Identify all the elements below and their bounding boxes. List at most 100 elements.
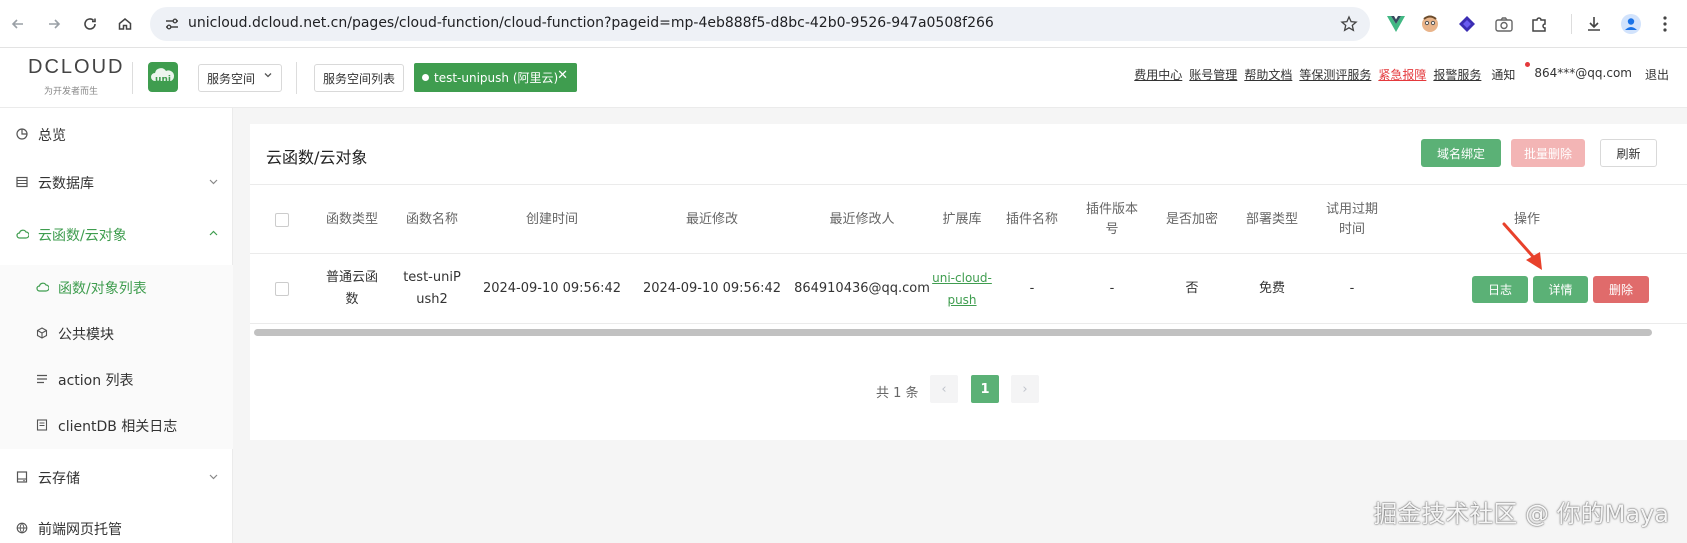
chevron-down-icon: [208, 471, 219, 485]
link-emergency[interactable]: 紧急报障: [1378, 66, 1426, 83]
link-billing[interactable]: 费用中心: [1134, 66, 1182, 83]
cell-trial: -: [1349, 281, 1355, 296]
col-trial-line2: 时间: [1338, 222, 1365, 237]
site-settings-icon[interactable]: [164, 16, 180, 36]
sidebar-item-label: 云存储: [38, 471, 80, 487]
bookmark-star-icon[interactable]: [1340, 15, 1358, 37]
ext-link-line1[interactable]: uni-cloud-: [932, 267, 992, 289]
sidebar-item-storage[interactable]: 云存储: [0, 453, 233, 503]
storage-icon: [16, 470, 28, 486]
refresh-button[interactable]: 刷新: [1600, 139, 1657, 167]
ext-link-line2[interactable]: push: [947, 289, 976, 311]
cell-ext: uni-cloud- push: [932, 254, 992, 324]
link-compliance[interactable]: 等保测评服务: [1299, 66, 1371, 83]
env-tag[interactable]: test-unipush (阿里云) ✕: [414, 63, 577, 92]
camera-icon[interactable]: [1492, 12, 1516, 36]
home-icon[interactable]: [113, 12, 137, 36]
sidebar-item-overview[interactable]: 总览: [0, 110, 233, 160]
sidebar-sub-label: 公共模块: [58, 327, 114, 343]
space-select[interactable]: 服务空间: [198, 64, 282, 92]
col-plugin-version-line1: 插件版本: [1085, 202, 1138, 217]
sidebar-item-database[interactable]: 云数据库: [0, 158, 233, 208]
back-icon[interactable]: [6, 12, 30, 36]
table-row: 普通云函 数 test-uniP ush2 2024-09-10 09:56:4…: [250, 254, 1687, 324]
sidebar-sub-clientdb-log[interactable]: clientDB 相关日志: [0, 403, 233, 449]
unicloud-logo-text: uni: [155, 75, 171, 85]
cell-created: 2024-09-10 09:56:42: [482, 281, 622, 296]
sidebar-item-cloud-function[interactable]: 云函数/云对象: [0, 210, 233, 260]
space-list-button[interactable]: 服务空间列表: [314, 64, 404, 92]
sidebar-sub-action-list[interactable]: action 列表: [0, 357, 233, 403]
log-button[interactable]: 日志: [1472, 276, 1528, 303]
sidebar-item-label: 前端网页托管: [38, 522, 122, 538]
browser-menu-icon[interactable]: [1653, 12, 1677, 36]
dashboard-icon: [16, 127, 28, 143]
cell-name: test-uniP ush2: [392, 254, 472, 324]
address-bar[interactable]: unicloud.dcloud.net.cn/pages/cloud-funct…: [150, 7, 1370, 41]
account-email[interactable]: 864***@qq.com: [1534, 66, 1632, 83]
toolbar-divider: [1571, 14, 1572, 34]
unicloud-logo[interactable]: uni: [148, 62, 178, 92]
cell-modifier: 864910436@qq.com: [794, 281, 930, 296]
col-deploy: 部署类型: [1245, 212, 1298, 227]
cell-plugin: -: [1029, 281, 1035, 296]
reload-icon[interactable]: [78, 12, 102, 36]
list-icon: [36, 373, 48, 388]
col-modified: 最近修改: [685, 212, 738, 227]
link-alarm[interactable]: 报警服务: [1433, 66, 1481, 83]
url-text[interactable]: unicloud.dcloud.net.cn/pages/cloud-funct…: [188, 15, 994, 31]
delete-button[interactable]: 删除: [1593, 276, 1649, 303]
sidebar-sub-common-module[interactable]: 公共模块: [0, 311, 233, 357]
batch-delete-button[interactable]: 批量删除: [1511, 139, 1585, 167]
env-tag-label: test-unipush (阿里云): [434, 71, 559, 85]
select-all-checkbox[interactable]: [275, 213, 289, 227]
cell-type-line1: 普通云函: [325, 270, 378, 285]
notice-badge: [1525, 62, 1530, 67]
dcloud-logo[interactable]: DCLOUD: [28, 56, 124, 79]
pager-next-button[interactable]: ›: [1011, 375, 1039, 403]
col-trial-line1: 试用过期: [1325, 202, 1378, 217]
link-help[interactable]: 帮助文档: [1244, 66, 1292, 83]
sidebar-sub-label: action 列表: [58, 373, 134, 389]
detail-button[interactable]: 详情: [1533, 276, 1588, 303]
header-divider-2: [296, 62, 297, 94]
cell-plugin-version: -: [1109, 281, 1115, 296]
app-header: DCLOUD 为开发者而生 uni 服务空间 服务空间列表 test-unipu…: [0, 48, 1687, 108]
pager-total: 共 1 条: [876, 386, 919, 401]
sidebar-item-hosting[interactable]: 前端网页托管: [0, 504, 233, 543]
purple-diamond-extension-icon[interactable]: [1455, 12, 1479, 36]
chevron-up-icon: [208, 228, 219, 242]
sidebar-sub-function-list[interactable]: 函数/对象列表: [0, 265, 233, 311]
col-type: 函数类型: [325, 212, 378, 227]
close-icon[interactable]: ✕: [557, 68, 568, 83]
pager-prev-button[interactable]: ‹: [930, 375, 958, 403]
dcloud-slogan: 为开发者而生: [44, 87, 99, 97]
vue-devtools-icon[interactable]: [1384, 12, 1408, 36]
avatar-extension-icon[interactable]: [1418, 12, 1442, 36]
profile-avatar-icon[interactable]: [1619, 12, 1643, 36]
link-account[interactable]: 账号管理: [1189, 66, 1237, 83]
col-modifier: 最近修改人: [829, 212, 895, 227]
chevron-down-icon: [263, 70, 273, 83]
col-plugin: 插件名称: [1005, 212, 1058, 227]
function-list-card: 云函数/云对象 域名绑定 批量删除 刷新 函数类型 函数名称 创建时间 最近修改…: [250, 124, 1687, 440]
logout-link[interactable]: 退出: [1645, 66, 1669, 83]
cloud-icon: [36, 281, 50, 296]
browser-toolbar: unicloud.dcloud.net.cn/pages/cloud-funct…: [0, 0, 1687, 48]
download-icon[interactable]: [1582, 12, 1606, 36]
pager-current-page[interactable]: 1: [971, 375, 999, 403]
hosting-icon: [16, 522, 28, 537]
bind-domain-button[interactable]: 域名绑定: [1421, 139, 1501, 167]
sidebar-item-label: 总览: [38, 128, 66, 144]
col-encrypted: 是否加密: [1165, 212, 1218, 227]
watermark: 掘金技术社区 @ 你的Maya: [1373, 500, 1669, 528]
row-checkbox[interactable]: [275, 282, 289, 296]
horizontal-scrollbar[interactable]: [254, 329, 1652, 336]
top-links: 费用中心 账号管理 帮助文档 等保测评服务 紧急报障 报警服务 通知 864**…: [1134, 66, 1669, 83]
extensions-puzzle-icon[interactable]: [1527, 12, 1551, 36]
cell-name-line1: test-uniP: [403, 270, 461, 285]
forward-icon[interactable]: [42, 12, 66, 36]
notice-link[interactable]: 通知: [1491, 66, 1515, 83]
header-divider: [132, 62, 133, 94]
sidebar-item-label: 云函数/云对象: [38, 228, 127, 244]
